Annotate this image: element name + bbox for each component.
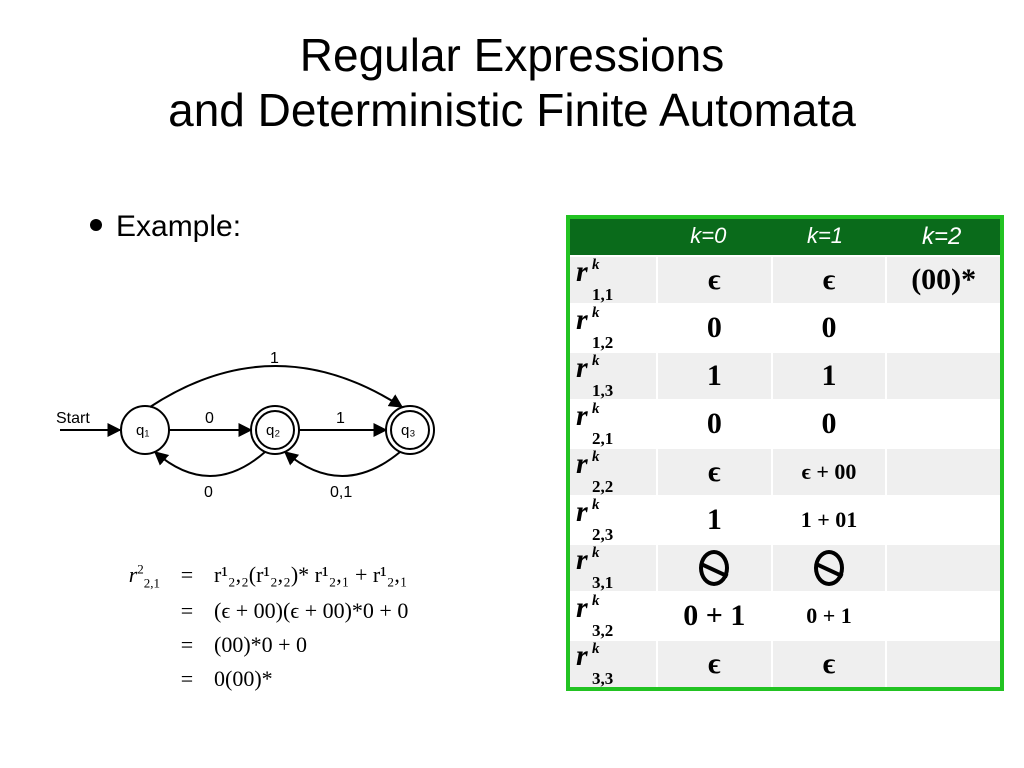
table-row: rk3,20 + 10 + 1 [570,591,1000,639]
table-row: rk3,1 [570,543,1000,591]
eqn-lhs-r: r [129,562,138,587]
row-label: rk1,2 [570,305,656,351]
cell-k1: ϵ [771,257,886,303]
row-label: rk2,3 [570,497,656,543]
cell-k0: ϵ [656,257,771,303]
cell-k0: ϵ [656,641,771,687]
dfa-diagram: Start q₁ q₂ q₃ 0 1 1 0 0,1 [50,345,490,515]
cell-k0: 0 [656,305,771,351]
row-label: rk1,1 [570,257,656,303]
edge-q2-q1: 0 [204,484,213,501]
state-q2: q₂ [266,422,280,439]
eqn-line-2: (ϵ + 00)(ϵ + 00)*0 + 0 [214,594,408,628]
cell-k2 [885,497,1000,543]
title-line-1: Regular Expressions [300,29,724,81]
cell-k0: 1 [656,353,771,399]
hdr-k1: k=1 [767,219,884,255]
edge-q1-q3: 1 [270,350,279,367]
cell-k0: 0 [656,401,771,447]
state-q1: q₁ [136,422,149,439]
rk-table: k=0 k=1 k=2 rk1,1ϵϵ(00)*rk1,200rk1,311rk… [566,215,1004,691]
cell-k0 [656,545,771,591]
table-row: rk1,200 [570,303,1000,351]
bullet-icon [90,219,102,231]
eqn-line-3: (00)*0 + 0 [214,628,307,662]
cell-k2: (00)* [885,257,1000,303]
cell-k1: 0 [771,305,886,351]
row-label: rk3,1 [570,545,656,591]
cell-k2 [885,545,1000,591]
table-row: rk3,3ϵϵ [570,639,1000,687]
eqn-line-1: r¹₂,₂(r¹₂,₂)* r¹₂,₁ + r¹₂,₁ [214,558,408,594]
row-label: rk2,1 [570,401,656,447]
cell-k2 [885,593,1000,639]
cell-k0: 1 [656,497,771,543]
cell-k1: 0 + 1 [771,593,886,639]
cell-k1: 1 + 01 [771,497,886,543]
cell-k0: ϵ [656,449,771,495]
start-label: Start [56,410,90,427]
equation-block: r22,1 = r¹₂,₂(r¹₂,₂)* r¹₂,₁ + r¹₂,₁ = (ϵ… [105,558,408,696]
table-row: rk2,100 [570,399,1000,447]
row-label: rk3,3 [570,641,656,687]
hdr-k0: k=0 [650,219,767,255]
cell-k0: 0 + 1 [656,593,771,639]
table-row: rk2,2ϵϵ + 00 [570,447,1000,495]
cell-k1: ϵ + 00 [771,449,886,495]
cell-k1: 1 [771,353,886,399]
slide-title: Regular Expressions and Deterministic Fi… [0,0,1024,138]
cell-k2 [885,449,1000,495]
table-row: rk2,311 + 01 [570,495,1000,543]
row-label: rk3,2 [570,593,656,639]
bullet-text: Example: [116,210,241,244]
eqn-lhs-sub: 2,1 [144,575,160,590]
slide: Regular Expressions and Deterministic Fi… [0,0,1024,768]
state-q3: q₃ [401,422,415,439]
edge-q3-q2: 0,1 [330,484,352,501]
cell-k2 [885,401,1000,447]
cell-k1 [771,545,886,591]
cell-k2 [885,305,1000,351]
table-row: rk1,1ϵϵ(00)* [570,255,1000,303]
eqn-line-4: 0(00)* [214,662,273,696]
bullet-row: Example: [90,210,241,244]
table-row: rk1,311 [570,351,1000,399]
edge-q1-q2: 0 [205,410,214,427]
cell-k1: ϵ [771,641,886,687]
cell-k2 [885,353,1000,399]
cell-k1: 0 [771,401,886,447]
row-label: rk1,3 [570,353,656,399]
rk-table-header: k=0 k=1 k=2 [570,219,1000,255]
row-label: rk2,2 [570,449,656,495]
hdr-k2: k=2 [883,219,1000,255]
title-line-2: and Deterministic Finite Automata [168,84,856,136]
edge-q2-q3: 1 [336,410,345,427]
cell-k2 [885,641,1000,687]
